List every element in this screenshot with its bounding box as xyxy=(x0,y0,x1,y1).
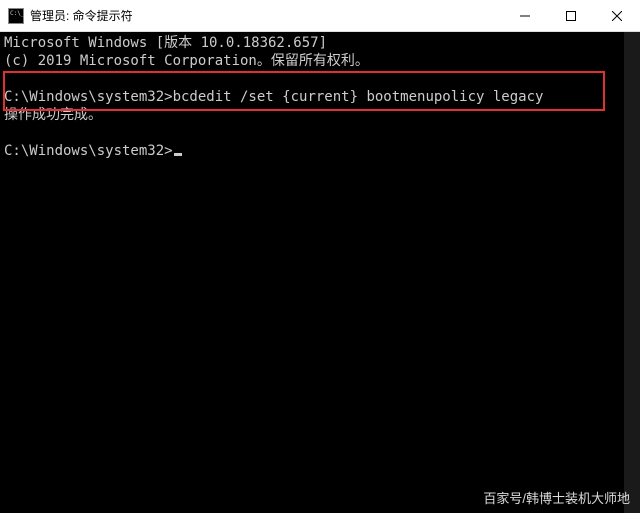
maximize-button[interactable] xyxy=(548,0,594,32)
window-title: 管理员: 命令提示符 xyxy=(30,7,502,24)
console-header1: Microsoft Windows [版本 10.0.18362.657] xyxy=(4,35,327,51)
command-1: bcdedit /set {current} bootmenupolicy le… xyxy=(173,89,544,105)
window-controls xyxy=(502,0,640,31)
cmd-icon xyxy=(8,8,24,24)
cmd-window: 管理员: 命令提示符 Microsoft Windows [版本 10.0.18… xyxy=(0,0,640,513)
cursor xyxy=(174,153,182,156)
prompt-1: C:\Windows\system32> xyxy=(4,89,173,105)
minimize-button[interactable] xyxy=(502,0,548,32)
scrollbar[interactable] xyxy=(624,32,640,513)
prompt-2: C:\Windows\system32> xyxy=(4,143,173,159)
console-area[interactable]: Microsoft Windows [版本 10.0.18362.657] (c… xyxy=(0,32,640,513)
output-1: 操作成功完成。 xyxy=(4,107,102,123)
console-header2: (c) 2019 Microsoft Corporation。保留所有权利。 xyxy=(4,53,369,69)
titlebar[interactable]: 管理员: 命令提示符 xyxy=(0,0,640,32)
close-button[interactable] xyxy=(594,0,640,32)
